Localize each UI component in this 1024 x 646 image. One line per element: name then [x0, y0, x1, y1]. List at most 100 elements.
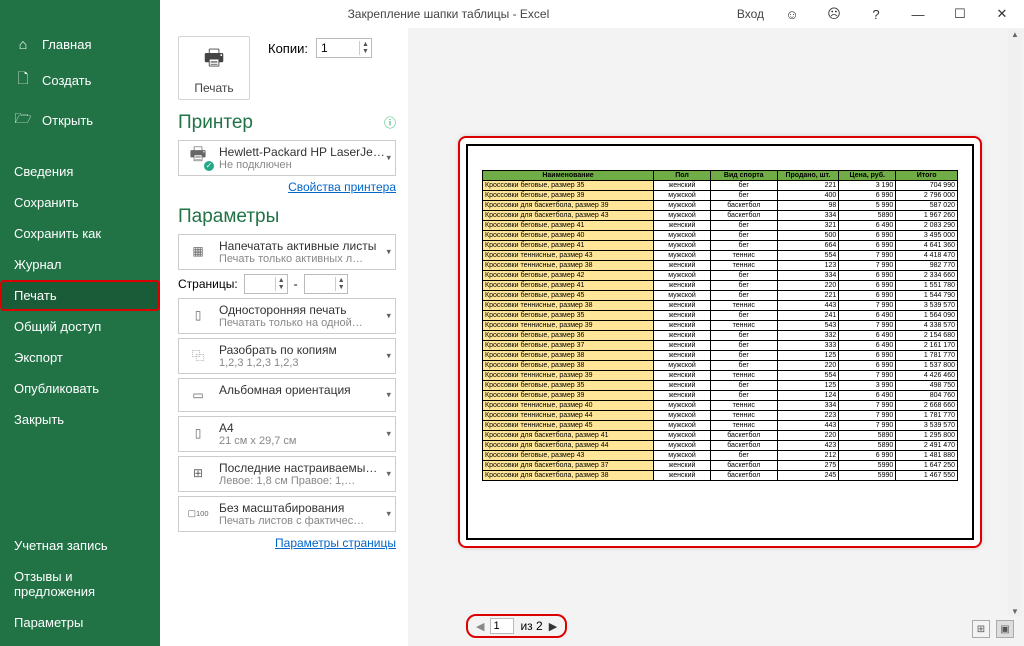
new-icon: 🗋	[14, 68, 32, 92]
table-row: Кроссовки беговые, размер 39мужскойбег40…	[483, 191, 958, 201]
current-page-input[interactable]	[490, 618, 514, 634]
nav-export[interactable]: Экспорт	[0, 342, 160, 373]
landscape-icon: ▭	[185, 383, 211, 407]
nav-save[interactable]: Сохранить	[0, 187, 160, 218]
printer-selector[interactable]: 🖶 Hewlett-Packard HP LaserJe… Не подключ…	[178, 140, 396, 176]
table-row: Кроссовки беговые, размер 35женскийбег22…	[483, 181, 958, 191]
sheets-icon: ▦	[185, 239, 211, 263]
face-sad-icon[interactable]: ☹	[820, 6, 848, 22]
copies-label: Копии:	[268, 41, 308, 56]
table-row: Кроссовки для баскетбола, размер 41мужск…	[483, 431, 958, 441]
printer-device-icon: 🖶	[185, 145, 211, 169]
pages-from-input[interactable]	[245, 275, 275, 293]
table-header: Цена, руб.	[839, 171, 896, 181]
page-navigator: ◀ из 2 ▶	[466, 614, 567, 638]
chevron-down-icon: ▾	[386, 509, 391, 520]
print-what-selector[interactable]: ▦ Напечатать активные листыПечать только…	[178, 234, 396, 270]
close-button[interactable]: ✕	[988, 6, 1016, 22]
chevron-down-icon: ▾	[386, 153, 391, 164]
printer-icon: 🖶	[204, 41, 225, 79]
print-preview-area: ▲▼ НаименованиеПолВид спортаПродано, шт.…	[408, 28, 1024, 646]
face-happy-icon[interactable]: ☺	[778, 7, 806, 22]
vertical-scrollbar[interactable]: ▲▼	[1008, 30, 1022, 616]
table-row: Кроссовки для баскетбола, размер 37женск…	[483, 461, 958, 471]
nav-history[interactable]: Журнал	[0, 249, 160, 280]
preview-table: НаименованиеПолВид спортаПродано, шт.Цен…	[482, 170, 958, 481]
chevron-down-icon: ▾	[386, 429, 391, 440]
copies-input[interactable]	[317, 39, 359, 57]
nav-share[interactable]: Общий доступ	[0, 311, 160, 342]
zoom-to-page-button[interactable]: ▣	[996, 620, 1014, 638]
nav-account[interactable]: Учетная запись	[0, 530, 160, 561]
table-row: Кроссовки теннисные, размер 44мужскойтен…	[483, 411, 958, 421]
nav-home[interactable]: ⌂Главная	[0, 28, 160, 60]
table-row: Кроссовки беговые, размер 41женскийбег22…	[483, 281, 958, 291]
pages-label: Страницы:	[178, 277, 238, 291]
prev-page-button[interactable]: ◀	[476, 620, 484, 633]
print-button[interactable]: 🖶 Печать	[178, 36, 250, 100]
signin-link[interactable]: Вход	[737, 7, 764, 21]
chevron-down-icon: ▾	[386, 390, 391, 401]
preview-page: НаименованиеПолВид спортаПродано, шт.Цен…	[458, 136, 982, 548]
home-icon: ⌂	[14, 36, 32, 52]
table-row: Кроссовки беговые, размер 35женскийбег24…	[483, 311, 958, 321]
nav-feedback[interactable]: Отзывы ипредложения	[0, 561, 160, 607]
nav-saveas[interactable]: Сохранить как	[0, 218, 160, 249]
chevron-down-icon: ▾	[386, 469, 391, 480]
table-row: Кроссовки теннисные, размер 38женскийтен…	[483, 261, 958, 271]
nav-info[interactable]: Сведения	[0, 156, 160, 187]
table-row: Кроссовки для баскетбола, размер 44мужск…	[483, 441, 958, 451]
print-settings-panel: 🖶 Печать Копии: ▲▼ Принтер ⓘ 🖶 Hewlett-P…	[160, 28, 408, 646]
help-icon[interactable]: ?	[862, 7, 890, 22]
pages-from-stepper[interactable]: ▲▼	[244, 274, 288, 294]
chevron-down-icon: ▾	[386, 247, 391, 258]
nav-close[interactable]: Закрыть	[0, 404, 160, 435]
table-row: Кроссовки теннисные, размер 38женскийтен…	[483, 301, 958, 311]
chevron-down-icon: ▾	[386, 351, 391, 362]
maximize-button[interactable]: ☐	[946, 6, 974, 22]
table-header: Пол	[654, 171, 711, 181]
table-row: Кроссовки для баскетбола, размер 39мужск…	[483, 201, 958, 211]
table-row: Кроссовки беговые, размер 36женскийбег33…	[483, 331, 958, 341]
table-row: Кроссовки теннисные, размер 39женскийтен…	[483, 321, 958, 331]
table-row: Кроссовки беговые, размер 38мужскойбег22…	[483, 361, 958, 371]
table-row: Кроссовки беговые, размер 43мужскойбег21…	[483, 451, 958, 461]
chevron-down-icon: ▾	[386, 311, 391, 322]
orientation-selector[interactable]: ▭ Альбомная ориентация ▾	[178, 378, 396, 412]
table-row: Кроссовки беговые, размер 38женскийбег12…	[483, 351, 958, 361]
nav-options[interactable]: Параметры	[0, 607, 160, 638]
table-row: Кроссовки беговые, размер 40мужскойбег50…	[483, 231, 958, 241]
table-header: Вид спорта	[711, 171, 778, 181]
scaling-icon: ▢100	[185, 501, 211, 525]
table-row: Кроссовки беговые, размер 37женскийбег33…	[483, 341, 958, 351]
nav-print[interactable]: Печать	[0, 280, 160, 311]
show-margins-button[interactable]: ⊞	[972, 620, 990, 638]
table-header: Наименование	[483, 171, 654, 181]
scaling-selector[interactable]: ▢100 Без масштабированияПечать листов с …	[178, 496, 396, 532]
pages-to-input[interactable]	[305, 275, 335, 293]
settings-heading: Параметры	[178, 206, 396, 228]
pages-to-stepper[interactable]: ▲▼	[304, 274, 348, 294]
table-row: Кроссовки для баскетбола, размер 38женск…	[483, 471, 958, 481]
table-row: Кроссовки беговые, размер 35женскийбег12…	[483, 381, 958, 391]
nav-publish[interactable]: Опубликовать	[0, 373, 160, 404]
nav-new[interactable]: 🗋Создать	[0, 60, 160, 100]
printer-properties-link[interactable]: Свойства принтера	[288, 180, 396, 194]
minimize-button[interactable]: —	[904, 7, 932, 22]
table-row: Кроссовки теннисные, размер 40мужскойтен…	[483, 401, 958, 411]
sides-selector[interactable]: ▯ Односторонняя печатьПечатать только на…	[178, 298, 396, 334]
page-setup-link[interactable]: Параметры страницы	[275, 536, 396, 550]
table-row: Кроссовки беговые, размер 45мужскойбег22…	[483, 291, 958, 301]
info-icon[interactable]: ⓘ	[384, 114, 396, 131]
page-of-label: из 2	[520, 619, 542, 633]
paper-selector[interactable]: ▯ A421 см x 29,7 см ▾	[178, 416, 396, 452]
table-header: Продано, шт.	[777, 171, 839, 181]
copies-stepper[interactable]: ▲▼	[316, 38, 372, 58]
collate-selector[interactable]: ⿻ Разобрать по копиям1,2,3 1,2,3 1,2,3 ▾	[178, 338, 396, 374]
next-page-button[interactable]: ▶	[549, 620, 557, 633]
margins-icon: ⊞	[185, 461, 211, 485]
table-row: Кроссовки теннисные, размер 39женскийтен…	[483, 371, 958, 381]
collate-icon: ⿻	[185, 343, 211, 367]
margins-selector[interactable]: ⊞ Последние настраиваемы…Левое: 1,8 см П…	[178, 456, 396, 492]
nav-open[interactable]: 🗁Открыть	[0, 100, 160, 140]
